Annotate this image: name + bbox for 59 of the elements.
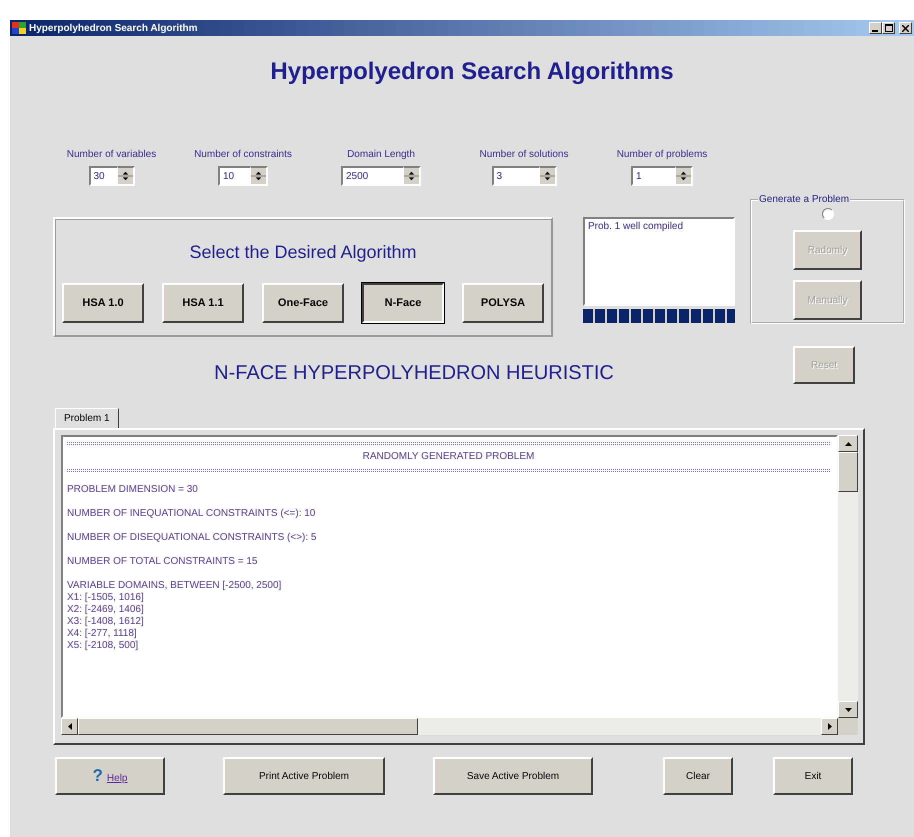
field-label: Number of problems bbox=[616, 148, 708, 162]
scroll-down-button[interactable] bbox=[838, 701, 858, 718]
window-title: Hyperpolyhedron Search Algorithm bbox=[29, 22, 198, 36]
horizontal-scrollbar[interactable] bbox=[61, 718, 838, 735]
maximize-button[interactable] bbox=[882, 22, 895, 34]
number-input[interactable]: 30 bbox=[88, 166, 116, 186]
output-line: X4: [-277, 1118] bbox=[67, 628, 138, 640]
output-line: X3: [-1408, 1612] bbox=[67, 616, 145, 628]
left-arrow-icon bbox=[68, 723, 72, 730]
action-button[interactable]: Print Active Problem bbox=[223, 757, 385, 795]
help-button[interactable]: ? Help bbox=[55, 757, 165, 795]
output-title: RANDOMLY GENERATED PROBLEM bbox=[362, 451, 536, 463]
group-title: Select the Desired Algorithm bbox=[189, 241, 417, 263]
output-line: PROBLEM DIMENSION = 30 bbox=[67, 484, 199, 496]
action-button[interactable]: Clear bbox=[663, 757, 733, 795]
algorithm-button[interactable]: N-Face bbox=[362, 283, 444, 323]
message-text: Prob. 1 well compiled bbox=[588, 221, 684, 233]
scroll-left-button[interactable] bbox=[61, 718, 78, 735]
help-icon: ? bbox=[92, 766, 103, 786]
tab[interactable]: Problem 1 bbox=[55, 408, 119, 428]
scroll-right-button[interactable] bbox=[821, 718, 838, 735]
number-input[interactable]: 10 bbox=[218, 166, 250, 186]
output-line: X1: [-1505, 1016] bbox=[67, 592, 145, 604]
output-line: X5: [-2108, 500] bbox=[67, 640, 140, 652]
minimize-button[interactable] bbox=[869, 22, 882, 34]
scroll-up-button[interactable] bbox=[838, 435, 858, 452]
field-label: Number of variables bbox=[66, 148, 156, 162]
close-button[interactable] bbox=[899, 22, 912, 34]
number-input[interactable]: 2500 bbox=[341, 166, 403, 186]
number-input[interactable]: 1 bbox=[631, 166, 675, 186]
algorithm-button[interactable]: HSA 1.1 bbox=[162, 283, 244, 323]
output-line: X2: [-2469, 1406] bbox=[67, 604, 145, 616]
algorithm-button[interactable]: POLYSA bbox=[462, 283, 544, 323]
group-title: Generate a Problem bbox=[758, 194, 850, 206]
algorithm-button[interactable]: HSA 1.0 bbox=[62, 283, 144, 323]
maximize-icon bbox=[884, 24, 892, 32]
output-line: NUMBER OF TOTAL CONSTRAINTS = 15 bbox=[67, 556, 258, 568]
field-label: Number of solutions bbox=[480, 148, 568, 162]
output-line: NUMBER OF INEQUATIONAL CONSTRAINTS (<=): 10 bbox=[67, 508, 316, 520]
app-icon bbox=[12, 22, 26, 34]
action-button[interactable]: Exit bbox=[773, 757, 853, 795]
scroll-thumb[interactable] bbox=[838, 452, 858, 492]
field-label: Domain Length bbox=[347, 148, 415, 162]
right-arrow-icon bbox=[828, 723, 832, 730]
field-label: Number of constraints bbox=[194, 148, 292, 162]
radio-button[interactable] bbox=[822, 208, 834, 220]
output-line: NUMBER OF DISEQUATIONAL CONSTRAINTS (<>): 5 bbox=[67, 532, 318, 544]
algorithm-button[interactable]: One-Face bbox=[262, 283, 344, 323]
up-arrow-icon bbox=[844, 442, 852, 446]
close-icon bbox=[902, 24, 909, 32]
vertical-scrollbar[interactable] bbox=[838, 435, 858, 718]
app-heading: Hyperpolyedron Search Algorithms bbox=[269, 58, 675, 86]
algorithm-heading: N-FACE HYPERPOLYHEDRON HEURISTIC bbox=[213, 361, 615, 385]
size-grip bbox=[838, 718, 858, 735]
down-arrow-icon bbox=[844, 708, 852, 712]
number-input[interactable]: 3 bbox=[492, 166, 538, 186]
scroll-thumb[interactable] bbox=[78, 718, 418, 735]
action-button[interactable]: Save Active Problem bbox=[433, 757, 593, 795]
output-line: VARIABLE DOMAINS, BETWEEN [-2500, 2500] bbox=[67, 580, 282, 592]
